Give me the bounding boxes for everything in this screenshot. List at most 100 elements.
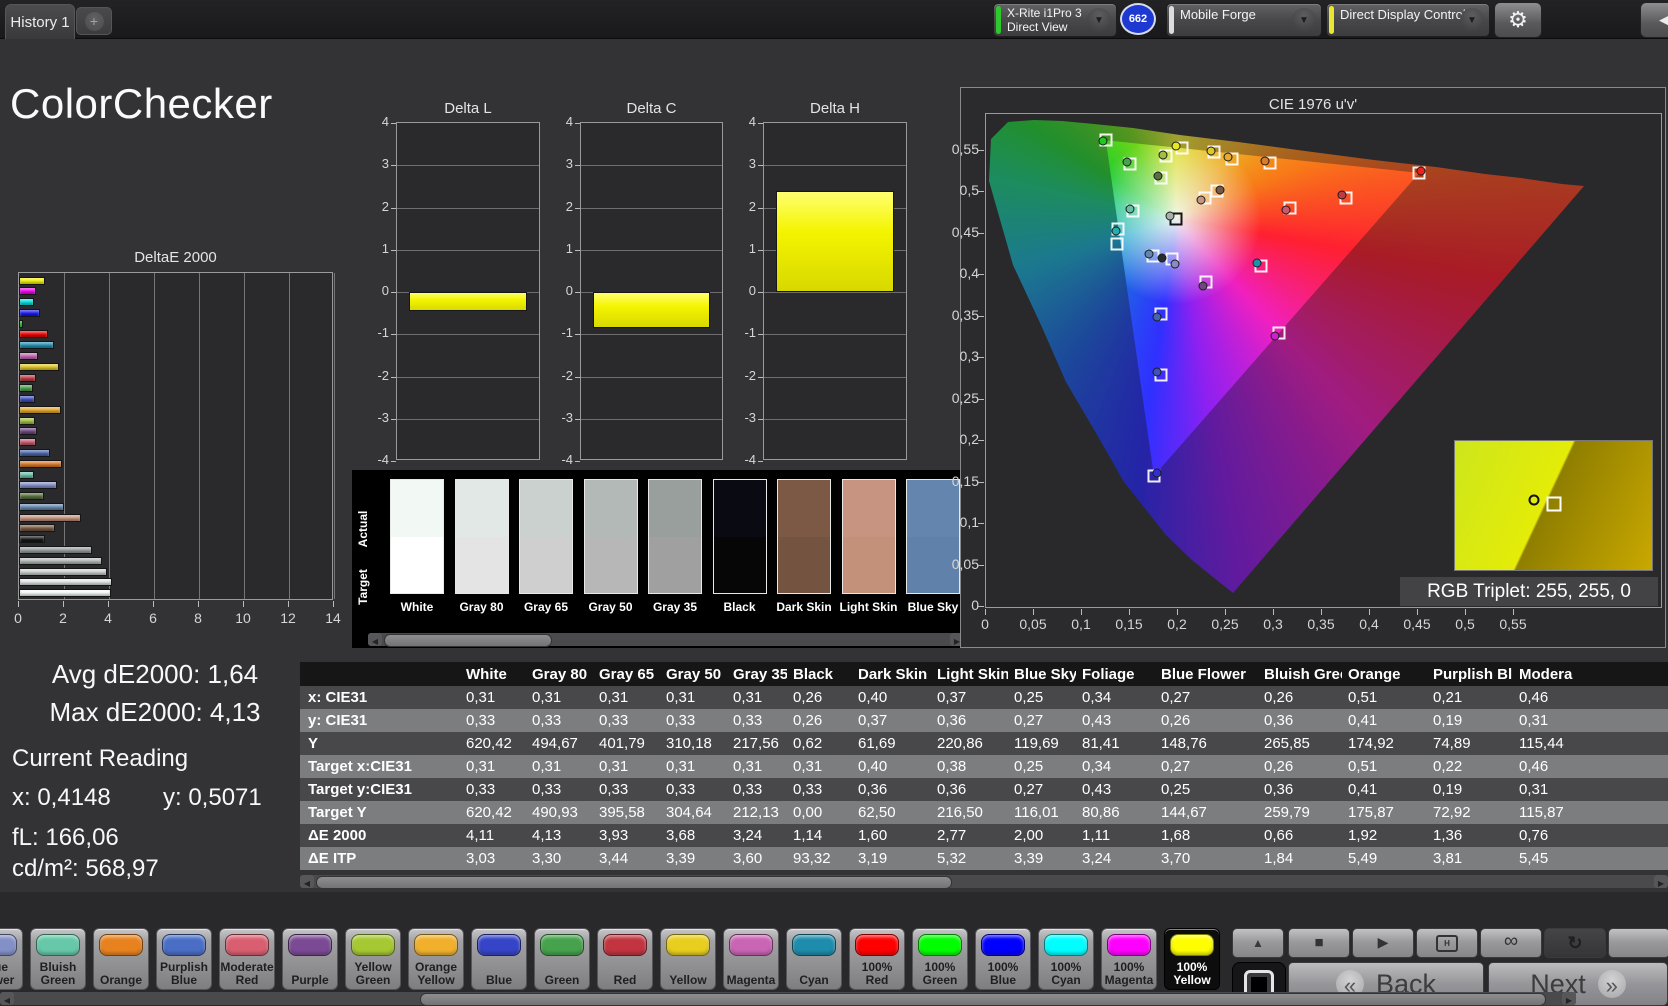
table-scrollbar[interactable] bbox=[300, 875, 1668, 888]
delta-l-y-tick bbox=[391, 377, 396, 378]
pattern-button-magenta[interactable]: Magenta bbox=[723, 928, 779, 990]
pattern-button-yellow-green[interactable]: Yellow Green bbox=[345, 928, 401, 990]
swatch-actual bbox=[585, 480, 637, 537]
de-bar-orange bbox=[19, 460, 62, 468]
cie-y-tick-label: 0,15 bbox=[935, 473, 979, 489]
cie-x-tick bbox=[1081, 609, 1082, 615]
table-scroll-left-button[interactable] bbox=[300, 875, 314, 888]
pattern-button-100-red[interactable]: 100% Red bbox=[849, 928, 905, 990]
transport-pattern-window-button[interactable]: H bbox=[1416, 928, 1478, 958]
pattern-chip-100-green bbox=[918, 934, 962, 956]
delta-l-y-tick bbox=[391, 123, 396, 124]
cie-y-tick-label: 0,3 bbox=[935, 348, 979, 364]
delta-h-y-tick bbox=[758, 377, 763, 378]
pattern-button-blue-flower[interactable]: Blue Flower bbox=[0, 928, 23, 990]
pattern-button-yellow[interactable]: Yellow bbox=[660, 928, 716, 990]
settings-button[interactable] bbox=[1494, 2, 1542, 38]
pattern-button-100-magenta[interactable]: 100% Magenta bbox=[1101, 928, 1157, 990]
pattern-chip-cyan bbox=[792, 934, 836, 956]
swatch-scroll-left-button[interactable] bbox=[368, 633, 382, 646]
de-bar-magenta bbox=[19, 352, 38, 360]
cie-measured-point bbox=[1223, 153, 1232, 162]
de-bar-100-green bbox=[19, 320, 23, 328]
cie-x-tick bbox=[1225, 609, 1226, 615]
swatch-target bbox=[520, 537, 572, 594]
transport-loop-button[interactable] bbox=[1480, 928, 1542, 958]
table-cell: 144,67 bbox=[1155, 801, 1258, 824]
meter-dropdown[interactable]: X-Rite i1Pro 3Direct View bbox=[993, 3, 1117, 37]
table-row-target-x-cie31: Target x:CIE310,310,310,310,310,310,310,… bbox=[300, 755, 1668, 778]
table-cell: 74,89 bbox=[1427, 732, 1513, 755]
swatch-scrollbar-thumb[interactable] bbox=[384, 634, 552, 647]
delta-c-y-tick-label: -2 bbox=[555, 368, 573, 383]
pattern-button-purple[interactable]: Purple bbox=[282, 928, 338, 990]
cie-x-tick bbox=[1513, 609, 1514, 615]
scroll-left-icon bbox=[372, 631, 378, 649]
add-tab-button[interactable] bbox=[76, 7, 112, 35]
max-de2000-readout: Max dE2000: 4,13 bbox=[15, 697, 295, 728]
pattern-bar-scrollbar[interactable] bbox=[0, 992, 1576, 1005]
pattern-button-label: Green bbox=[535, 974, 589, 987]
pattern-chip-orange-yellow bbox=[414, 934, 458, 956]
pattern-button-100-yellow[interactable]: 100% Yellow bbox=[1164, 928, 1220, 990]
pattern-bar-up-button[interactable] bbox=[1232, 928, 1284, 958]
display-control-dropdown-arrow-icon[interactable] bbox=[1460, 8, 1484, 32]
meter-dropdown-arrow-icon[interactable] bbox=[1087, 8, 1111, 32]
pattern-button-label: 100% Cyan bbox=[1039, 961, 1093, 987]
pattern-button-moderate-red[interactable]: Moderate Red bbox=[219, 928, 275, 990]
pattern-chip-100-cyan bbox=[1044, 934, 1088, 956]
source-dropdown[interactable]: Mobile Forge bbox=[1166, 3, 1322, 37]
row-label: Target y:CIE31 bbox=[300, 778, 460, 801]
table-cell: 0,46 bbox=[1513, 686, 1668, 709]
display-control-dropdown[interactable]: Direct Display Control bbox=[1326, 3, 1490, 37]
pattern-button-100-cyan[interactable]: 100% Cyan bbox=[1038, 928, 1094, 990]
table-scrollbar-thumb[interactable] bbox=[316, 876, 952, 889]
table-scroll-right-button[interactable] bbox=[1654, 875, 1668, 888]
delta-l-y-tick bbox=[391, 461, 396, 462]
pattern-button-label: Cyan bbox=[787, 974, 841, 987]
cie-x-tick-label: 0,3 bbox=[1255, 616, 1291, 632]
delta-h-y-tick bbox=[758, 292, 763, 293]
pattern-button-label: Orange Yellow bbox=[409, 961, 463, 987]
swatch-strip-scrollbar[interactable] bbox=[368, 633, 964, 646]
table-cell: 3,24 bbox=[727, 824, 787, 847]
pattern-button-bluish-green[interactable]: Bluish Green bbox=[30, 928, 86, 990]
source-dropdown-arrow-icon[interactable] bbox=[1292, 8, 1316, 32]
collapse-panel-button[interactable] bbox=[1640, 2, 1668, 38]
cie-x-tick bbox=[1369, 609, 1370, 615]
pattern-scrollbar-thumb[interactable] bbox=[420, 993, 1546, 1006]
pattern-scroll-right-button[interactable] bbox=[1562, 992, 1576, 1005]
pattern-button-blue[interactable]: Blue bbox=[471, 928, 527, 990]
delta-c-gridline bbox=[581, 250, 722, 251]
pattern-button-green[interactable]: Green bbox=[534, 928, 590, 990]
tab-history-1[interactable]: History 1 bbox=[5, 4, 75, 39]
table-cell: 0,33 bbox=[593, 709, 660, 732]
pattern-button-orange-yellow[interactable]: Orange Yellow bbox=[408, 928, 464, 990]
pattern-button-orange[interactable]: Orange bbox=[93, 928, 149, 990]
pattern-button-label: 100% Yellow bbox=[1165, 961, 1219, 987]
transport-blank-button[interactable] bbox=[1608, 928, 1668, 958]
pattern-button-red[interactable]: Red bbox=[597, 928, 653, 990]
pattern-button-100-green[interactable]: 100% Green bbox=[912, 928, 968, 990]
table-cell: 4,11 bbox=[460, 824, 526, 847]
table-cell: 494,67 bbox=[526, 732, 593, 755]
col-header-white: White bbox=[460, 662, 526, 686]
pattern-button-label: Yellow bbox=[661, 974, 715, 987]
pattern-button-100-blue[interactable]: 100% Blue bbox=[975, 928, 1031, 990]
target-row-label: Target bbox=[356, 562, 370, 612]
delta-h-chart: -4-3-2-101234 bbox=[763, 122, 907, 460]
de-bar-100-yellow bbox=[19, 277, 45, 285]
pattern-scroll-left-button[interactable] bbox=[0, 992, 14, 1005]
transport-play-button[interactable] bbox=[1352, 928, 1414, 958]
add-tab-icon bbox=[85, 12, 104, 31]
de-bar-100-magenta bbox=[19, 287, 36, 295]
pattern-button-cyan[interactable]: Cyan bbox=[786, 928, 842, 990]
deltae-x-tick bbox=[333, 601, 334, 607]
cie-diagram-title: CIE 1976 u'v' bbox=[961, 96, 1665, 113]
transport-stop-button[interactable] bbox=[1288, 928, 1350, 958]
pattern-button-label: Red bbox=[598, 974, 652, 987]
transport-refresh-button[interactable] bbox=[1544, 928, 1606, 958]
table-cell: 3,93 bbox=[593, 824, 660, 847]
pattern-button-purplish-blue[interactable]: Purplish Blue bbox=[156, 928, 212, 990]
row-label: Y bbox=[300, 732, 460, 755]
